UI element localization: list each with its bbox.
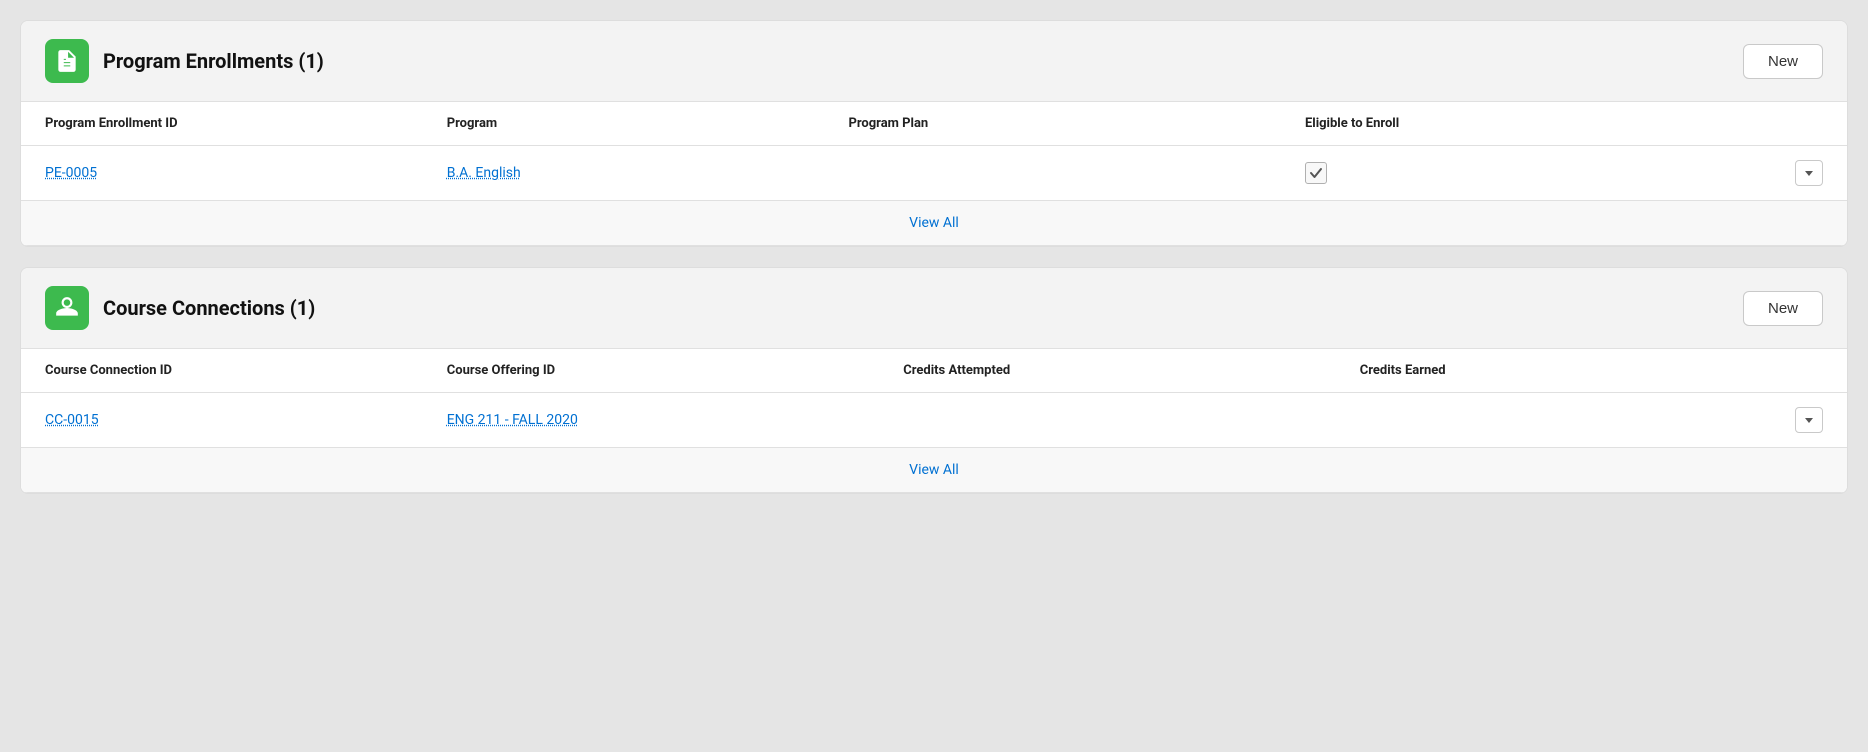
credits-attempted-cell	[879, 393, 1336, 448]
course-connections-header-left: Course Connections (1)	[45, 286, 315, 330]
program-enrollments-view-all-cell: View All	[21, 201, 1847, 246]
eligible-checkbox[interactable]	[1305, 162, 1327, 184]
enrollment-row-dropdown[interactable]	[1795, 160, 1823, 186]
enrollment-id-link[interactable]: PE-0005	[45, 165, 97, 181]
connection-id-link[interactable]: CC-0015	[45, 412, 99, 428]
course-connections-view-all-link[interactable]: View All	[909, 462, 959, 478]
program-link[interactable]: B.A. English	[447, 165, 521, 181]
enrollment-id-cell: PE-0005	[21, 146, 423, 201]
col-header-course-offering: Course Offering ID	[423, 349, 880, 393]
col-header-program: Program	[423, 102, 825, 146]
program-enrollments-header-row: Program Enrollment ID Program Program Pl…	[21, 102, 1847, 146]
col-header-credits-earned: Credits Earned	[1336, 349, 1847, 393]
table-row: CC-0015 ENG 211 - FALL 2020	[21, 393, 1847, 448]
connection-row-dropdown[interactable]	[1795, 407, 1823, 433]
course-connection-icon	[45, 286, 89, 330]
course-connections-title: Course Connections (1)	[103, 296, 315, 320]
course-connections-panel: Course Connections (1) New Course Connec…	[20, 267, 1848, 494]
program-enrollments-panel: Program Enrollments (1) New Program Enro…	[20, 20, 1848, 247]
col-header-enrollment-id: Program Enrollment ID	[21, 102, 423, 146]
col-header-credits-attempted: Credits Attempted	[879, 349, 1336, 393]
col-header-program-plan: Program Plan	[824, 102, 1281, 146]
course-connections-header: Course Connections (1) New	[21, 268, 1847, 348]
program-enrollments-view-all-link[interactable]: View All	[909, 215, 959, 231]
course-connections-view-all-row: View All	[21, 448, 1847, 493]
eligible-cell	[1281, 146, 1847, 201]
program-cell: B.A. English	[423, 146, 825, 201]
program-enrollments-header-left: Program Enrollments (1)	[45, 39, 324, 83]
program-enrollments-header: Program Enrollments (1) New	[21, 21, 1847, 101]
course-connections-table: Course Connection ID Course Offering ID …	[21, 348, 1847, 493]
program-enrollments-title: Program Enrollments (1)	[103, 49, 324, 73]
course-connections-new-button[interactable]: New	[1743, 291, 1823, 326]
col-header-connection-id: Course Connection ID	[21, 349, 423, 393]
program-enrollments-new-button[interactable]: New	[1743, 44, 1823, 79]
course-connections-header-row: Course Connection ID Course Offering ID …	[21, 349, 1847, 393]
connection-id-cell: CC-0015	[21, 393, 423, 448]
program-enrollments-view-all-row: View All	[21, 201, 1847, 246]
eligible-checkbox-container	[1305, 162, 1327, 184]
course-connections-view-all-cell: View All	[21, 448, 1847, 493]
course-offering-cell: ENG 211 - FALL 2020	[423, 393, 880, 448]
program-enrollments-table: Program Enrollment ID Program Program Pl…	[21, 101, 1847, 246]
program-plan-cell	[824, 146, 1281, 201]
col-header-eligible: Eligible to Enroll	[1281, 102, 1847, 146]
credits-earned-cell	[1336, 393, 1847, 448]
enrollment-icon	[45, 39, 89, 83]
course-offering-link[interactable]: ENG 211 - FALL 2020	[447, 412, 578, 428]
table-row: PE-0005 B.A. English	[21, 146, 1847, 201]
